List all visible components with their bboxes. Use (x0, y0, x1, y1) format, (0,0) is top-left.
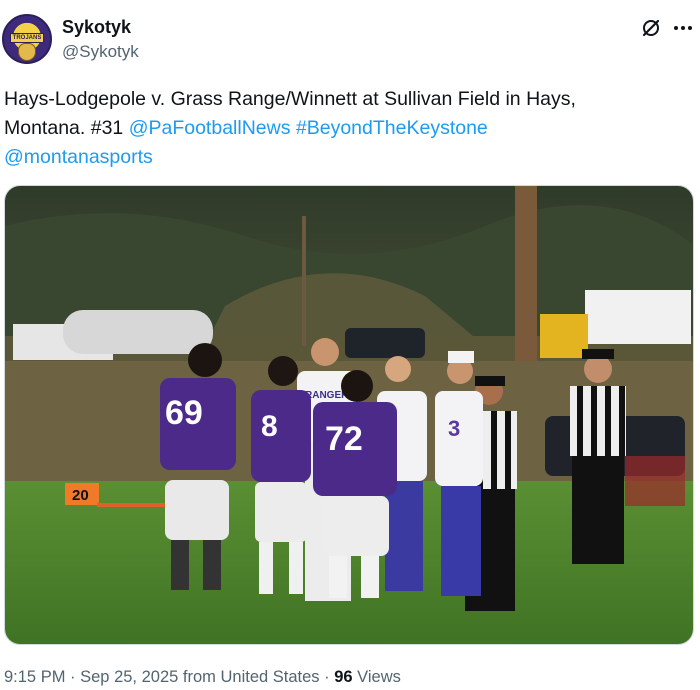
tweet-text-line-2: Montana. #31 @PaFootballNews #BeyondTheK… (4, 114, 694, 143)
tweet-photo[interactable]: 20 RANGERS 3 69 8 72 (4, 185, 694, 645)
tweet-time[interactable]: 9:15 PM (4, 668, 65, 686)
jersey-8: 8 (261, 410, 278, 443)
views-count: 96 (334, 668, 353, 686)
tweet-location: from United States (182, 668, 320, 686)
author-handle[interactable]: @Sykotyk (62, 42, 139, 62)
tweet-text: Hays-Lodgepole v. Grass Range/Winnett at… (4, 85, 694, 172)
tweet-text-line-3: @montanasports (4, 143, 694, 172)
jersey-3: 3 (448, 416, 460, 441)
tweet-header: TROJANS Sykotyk @Sykotyk (0, 0, 700, 72)
author-display-name[interactable]: Sykotyk (62, 17, 131, 38)
avatar-face (18, 43, 36, 61)
tweet-meta: 9:15 PM · Sep 25, 2025 from United State… (4, 668, 401, 686)
jersey-69: 69 (165, 394, 203, 432)
more-dots-icon[interactable] (670, 15, 696, 41)
tweet-date[interactable]: Sep 25, 2025 (80, 668, 178, 686)
jersey-72: 72 (325, 420, 363, 458)
yard-marker-text: 20 (72, 487, 89, 504)
hashtag-beyondthekeystone[interactable]: #BeyondTheKeystone (296, 117, 488, 139)
views-label: Views (357, 668, 401, 686)
mention-pafootballnews[interactable]: @PaFootballNews (129, 117, 291, 139)
tweet-text-line-1: Hays-Lodgepole v. Grass Range/Winnett at… (4, 88, 576, 110)
tweet-text-plain: Montana. #31 (4, 117, 129, 139)
avatar[interactable]: TROJANS (2, 14, 52, 64)
avatar-badge: TROJANS (10, 33, 44, 43)
mention-montanasports[interactable]: @montanasports (4, 146, 153, 168)
grok-slash-icon[interactable] (638, 15, 664, 41)
